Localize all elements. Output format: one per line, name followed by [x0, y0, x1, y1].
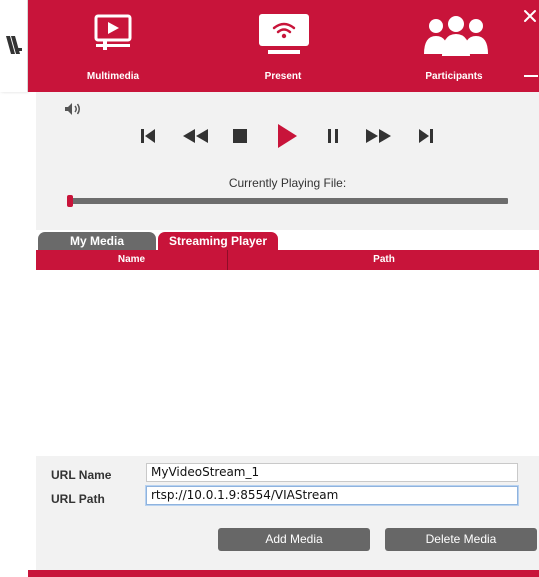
present-icon [259, 14, 309, 54]
footer-bar [28, 570, 539, 577]
url-form: URL Name MyVideoStream_1 URL Path rtsp:/… [36, 456, 539, 518]
progress-slider-thumb[interactable] [67, 195, 73, 207]
volume-icon[interactable] [64, 102, 82, 116]
url-name-field[interactable]: MyVideoStream_1 [146, 463, 518, 482]
pause-icon[interactable] [322, 122, 344, 150]
header-bar: Multimedia Present Participants [28, 0, 539, 92]
fast-forward-icon[interactable] [362, 122, 396, 150]
tab-streaming-player[interactable]: Streaming Player [158, 232, 278, 250]
stop-icon[interactable] [229, 122, 251, 150]
media-tabs: My Media Streaming Player [36, 230, 539, 250]
multimedia-icon [94, 14, 132, 50]
participants-icon [424, 16, 488, 56]
via-logo [6, 36, 22, 54]
skip-to-end-icon[interactable] [414, 122, 436, 150]
column-header-path[interactable]: Path [229, 250, 539, 270]
nav-multimedia-label: Multimedia [86, 71, 140, 82]
nav-participants-label: Participants [425, 71, 483, 82]
media-player-panel: Currently Playing File: [36, 92, 539, 230]
nav-present-label: Present [264, 71, 302, 82]
url-name-label: URL Name [51, 468, 112, 482]
rewind-icon[interactable] [178, 122, 212, 150]
url-path-label: URL Path [51, 492, 105, 506]
currently-playing-label: Currently Playing File: [228, 176, 347, 190]
close-icon[interactable] [522, 8, 538, 24]
play-icon[interactable] [273, 122, 301, 150]
progress-slider[interactable] [68, 198, 508, 204]
nav-participants[interactable]: Participants [399, 0, 509, 92]
column-header-name[interactable]: Name [36, 250, 228, 270]
logo-strip [0, 0, 28, 92]
minimize-icon[interactable] [524, 71, 538, 81]
delete-media-button[interactable]: Delete Media [385, 528, 537, 551]
add-media-button[interactable]: Add Media [218, 528, 370, 551]
stream-list-table[interactable] [36, 270, 539, 456]
nav-multimedia[interactable]: Multimedia [58, 0, 168, 92]
url-path-field[interactable]: rtsp://10.0.1.9:8554/VIAStream [146, 486, 518, 505]
nav-present[interactable]: Present [228, 0, 338, 92]
table-header: Name Path [36, 250, 539, 270]
skip-to-start-icon[interactable] [138, 122, 160, 150]
tab-my-media[interactable]: My Media [38, 232, 156, 250]
action-bar: Add Media Delete Media [36, 518, 539, 570]
